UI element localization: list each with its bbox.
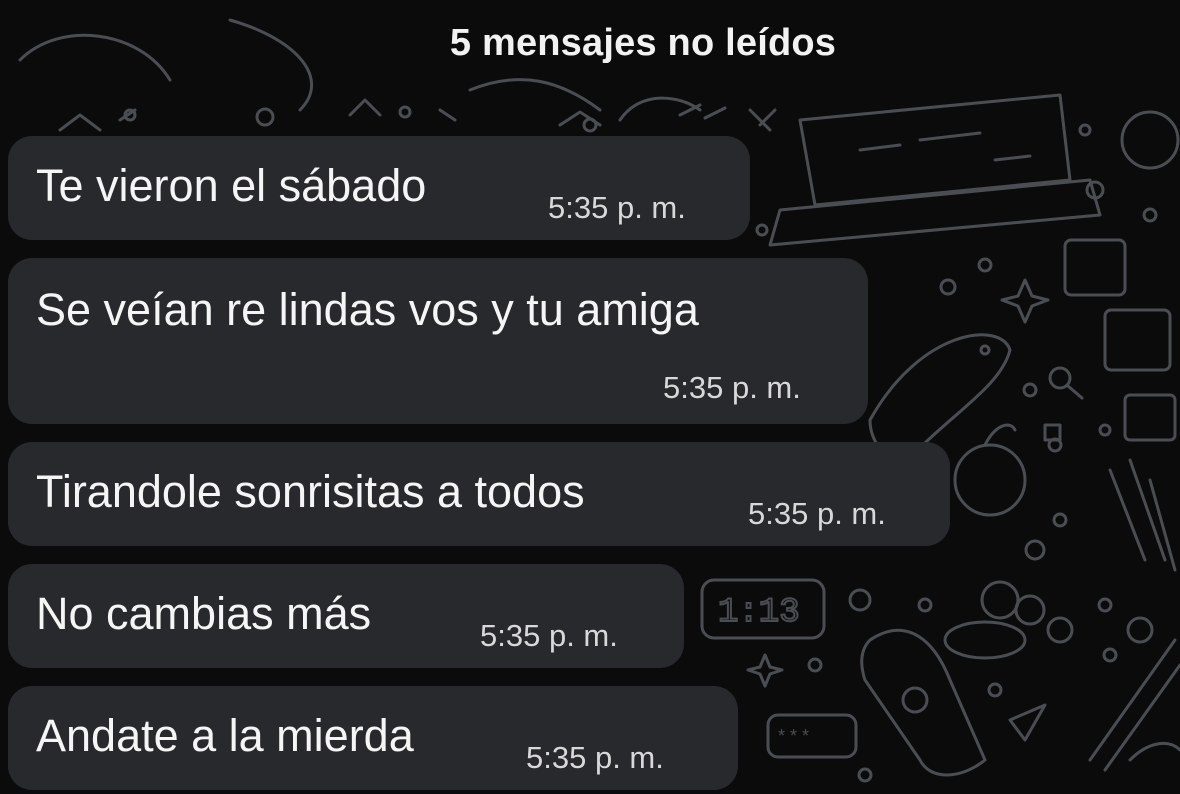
bamboo-doodle-icon [1108,458,1177,572]
message-timestamp: 5:35 p. m. [663,370,801,405]
message-bubble[interactable]: Tirandole sonrisitas a todos 5:35 p. m. [8,442,950,546]
square-doodle-icon [1103,308,1172,372]
square-doodle-icon [1063,238,1127,297]
picture-doodle-icon [1123,393,1177,442]
message-timestamp: 5:35 p. m. [526,740,664,775]
message-bubble[interactable]: Andate a la mierda 5:35 p. m. [8,686,738,790]
paper-plane-doodle-icon [1008,703,1047,742]
message-text: No cambias más [36,588,372,639]
laptop-doodle-icon [768,93,1102,247]
message-text: Se veían re lindas vos y tu amiga [36,284,699,335]
chopsticks-doodle-icon [1088,638,1180,772]
message-timestamp: 5:35 p. m. [548,190,686,225]
circle-doodle-icon [1120,110,1180,170]
message-bubble[interactable]: Te vieron el sábado 5:35 p. m. [8,136,750,240]
message-text: Tirandole sonrisitas a todos [36,466,585,517]
unread-messages-label: 5 mensajes no leídos [449,22,837,64]
bottle-doodle-icon [860,628,987,777]
message-timestamp: 5:35 p. m. [480,618,618,653]
message-bubble[interactable]: Se veían re lindas vos y tu amiga 5:35 p… [8,258,868,424]
clock-doodle-text: 1:13 [718,594,800,632]
unread-messages-header: 5 mensajes no leídos [0,22,1180,76]
sparkle-doodle-icon [1000,278,1050,324]
password-doodle-stars: * * * [778,726,809,746]
fruit-doodle-icon [953,443,1027,517]
message-text: Te vieron el sábado [36,160,427,211]
message-timestamp: 5:35 p. m. [748,496,886,531]
message-bubble[interactable]: No cambias más 5:35 p. m. [8,564,684,668]
message-text: Andate a la mierda [36,710,414,761]
